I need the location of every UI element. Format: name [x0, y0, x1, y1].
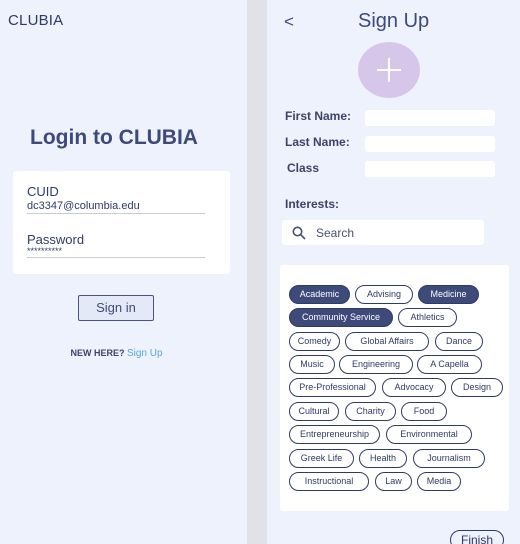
interest-chip[interactable]: Advocacy	[382, 378, 446, 397]
plus-icon-vertical	[388, 58, 390, 82]
interest-chip[interactable]: Engineering	[339, 355, 413, 374]
interests-panel: Academic Advising Medicine Community Ser…	[280, 265, 509, 511]
interests-search	[282, 220, 484, 245]
interest-chip[interactable]: Medicine	[418, 285, 479, 304]
cuid-underline	[27, 213, 205, 214]
password-underline	[27, 257, 205, 258]
search-input[interactable]	[316, 223, 476, 242]
interest-chip[interactable]: Journalism	[413, 449, 485, 468]
login-title: Login to CLUBIA	[30, 126, 198, 149]
sign-in-button[interactable]: Sign in	[78, 295, 154, 321]
interest-chip[interactable]: Environmental	[386, 425, 472, 444]
avatar-upload-button[interactable]	[358, 42, 420, 98]
interest-chip[interactable]: Law	[375, 472, 412, 491]
interest-chip[interactable]: Music	[289, 355, 335, 374]
interest-chip[interactable]: Charity	[345, 402, 396, 421]
last-name-field[interactable]	[365, 136, 495, 152]
interest-chip[interactable]: Dance	[435, 332, 483, 351]
interest-chip[interactable]: Food	[401, 402, 447, 421]
sign-up-link[interactable]: Sign Up	[127, 348, 163, 359]
new-here-prompt: NEW HERE? Sign Up	[0, 348, 233, 359]
interest-chip[interactable]: Community Service	[289, 308, 393, 327]
interests-label: Interests:	[285, 197, 340, 211]
last-name-label: Last Name:	[285, 135, 350, 149]
interest-chip[interactable]: Entrepreneurship	[289, 425, 380, 444]
screen-divider	[247, 0, 267, 544]
cuid-label: CUID	[27, 184, 59, 199]
interest-chip[interactable]: Pre-Professional	[289, 378, 376, 397]
class-label: Class	[287, 161, 320, 175]
first-name-field[interactable]	[365, 110, 495, 126]
new-here-text: NEW HERE?	[70, 348, 125, 358]
interest-chip[interactable]: A Capella	[417, 355, 482, 374]
finish-button[interactable]: Finish	[450, 530, 504, 544]
cuid-field[interactable]	[27, 200, 205, 212]
interest-chip[interactable]: Academic	[289, 285, 350, 304]
interest-chip[interactable]: Design	[451, 378, 503, 397]
search-icon	[292, 226, 306, 240]
first-name-label: First Name:	[285, 109, 352, 123]
back-button[interactable]: <	[284, 12, 294, 32]
interest-chip[interactable]: Global Affairs	[345, 332, 429, 351]
password-field[interactable]	[27, 246, 205, 256]
interest-chip[interactable]: Advising	[355, 285, 413, 304]
password-label: Password	[27, 232, 85, 247]
login-screen: CLUBIA Login to CLUBIA CUID Password Sig…	[0, 0, 247, 544]
interest-chip[interactable]: Athletics	[398, 308, 457, 327]
app-brand: CLUBIA	[8, 12, 64, 29]
signup-title: Sign Up	[358, 10, 430, 32]
interest-chip[interactable]: Instructional	[289, 472, 369, 491]
interest-chip[interactable]: Health	[359, 449, 407, 468]
interest-chip[interactable]: Media	[417, 472, 461, 491]
signup-screen: < Sign Up First Name: Last Name: Class I…	[267, 0, 520, 544]
class-field[interactable]	[365, 161, 495, 177]
interest-chip[interactable]: Comedy	[289, 332, 340, 351]
interest-chip[interactable]: Cultural	[289, 402, 339, 421]
interest-chip[interactable]: Greek Life	[289, 449, 354, 468]
